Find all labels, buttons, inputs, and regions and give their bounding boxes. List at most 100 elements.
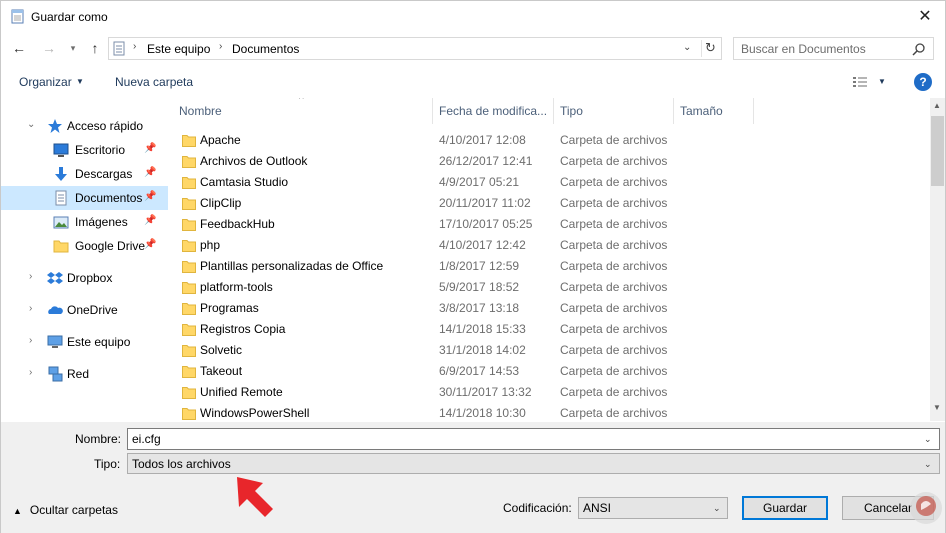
pin-icon[interactable]: 📌 [144,239,156,250]
nav-item-imagenes[interactable]: Imágenes 📌 [1,210,168,234]
nav-item-red[interactable]: › Red [1,362,168,386]
scroll-down-icon[interactable]: ▼ [933,403,941,412]
file-row[interactable]: Programas 3/8/2017 13:18 Carpeta de archiv… [170,298,930,319]
folder-icon [182,177,196,189]
file-row[interactable]: Camtasia Studio 4/9/2017 05:21 Carpeta de … [170,172,930,193]
file-date: 17/10/2017 05:25 [439,217,533,231]
refresh-icon[interactable]: ↻ [705,40,716,56]
column-header-label: Fecha de modifica... [439,104,548,118]
chevron-down-icon[interactable]: ⌄ [713,503,721,514]
column-header-label: Tamaño [680,104,723,118]
chevron-right-icon[interactable]: › [29,303,32,314]
file-name: Registros Copia [200,322,286,336]
file-date: 5/9/2017 18:52 [439,280,520,294]
file-type: Carpeta de archivos [560,196,668,210]
file-name: Programas [200,301,259,315]
chevron-down-icon[interactable]: ⌄ [27,119,35,130]
file-name: ClipClip [200,196,242,210]
chevron-down-icon[interactable]: ▼ [76,77,84,86]
file-row[interactable]: WindowsPowerShell 14/1/2018 10:30 Carpeta … [170,403,930,421]
file-row[interactable]: Takeout 6/9/2017 14:53 Carpeta de archivos [170,361,930,382]
pin-icon[interactable]: 📌 [144,215,156,226]
file-date: 6/9/2017 14:53 [439,364,520,378]
nav-item-onedrive[interactable]: › OneDrive [1,298,168,322]
file-type: Carpeta de archivos [560,343,668,357]
nav-item-dropbox[interactable]: › Dropbox [1,266,168,290]
file-row[interactable]: platform-tools 5/9/2017 18:52 Carpeta de a… [170,277,930,298]
file-type: Carpeta de archivos [560,175,668,189]
back-arrow-icon[interactable]: ← [11,40,27,56]
file-row[interactable]: Plantillas personalizadas de Office 1/8/2… [170,256,930,277]
pictures-icon [53,216,69,229]
file-row[interactable]: Unified Remote 30/11/2017 13:32 Carpeta de… [170,382,930,403]
organize-button[interactable]: Organizar [19,75,72,89]
new-folder-button[interactable]: Nueva carpeta [115,75,193,89]
command-bar: Organizar ▼ Nueva carpeta ▼ ? [1,67,945,97]
hide-folders-button[interactable]: ▲ Ocultar carpetas [13,503,118,517]
up-arrow-icon[interactable]: ↑ [87,40,103,56]
view-options-chevron-icon[interactable]: ▼ [878,77,886,86]
nav-item-acceso-rapido[interactable]: ⌄ Acceso rápido [1,114,168,138]
file-row[interactable]: php 4/10/2017 12:42 Carpeta de archivos [170,235,930,256]
forward-arrow-icon[interactable]: → [41,40,57,56]
title-bar: Guardar como ✕ [1,1,945,32]
column-header-date[interactable]: Fecha de modifica... [433,98,554,124]
pin-icon[interactable]: 📌 [144,191,156,202]
column-header-size[interactable]: Tamaño [674,98,754,124]
notepad-icon [11,9,24,24]
nav-item-google-drive[interactable]: Google Drive 📌 [1,234,168,258]
address-bar[interactable]: › Este equipo › Documentos ⌄ ↻ [108,37,722,60]
breadcrumb-separator-icon[interactable]: › [219,41,222,52]
search-input[interactable]: Buscar en Documentos [733,37,934,60]
file-name: WindowsPowerShell [200,406,310,420]
chevron-right-icon[interactable]: › [29,335,32,346]
chevron-right-icon[interactable]: › [29,367,32,378]
folder-icon [182,345,196,357]
file-row[interactable]: Registros Copia 14/1/2018 15:33 Carpeta de… [170,319,930,340]
folder-icon [182,135,196,147]
nav-item-escritorio[interactable]: Escritorio 📌 [1,138,168,162]
address-divider [701,40,702,57]
view-details-icon[interactable] [852,75,868,89]
pin-icon[interactable]: 📌 [144,143,156,154]
chevron-down-icon[interactable]: ⌄ [924,459,932,470]
encoding-select[interactable]: ANSI ⌄ [578,497,728,519]
save-button[interactable]: Guardar [742,496,828,520]
column-header-name[interactable]: Nombre [170,98,433,124]
breadcrumb-documentos[interactable]: Documentos [232,42,299,56]
nav-item-documentos[interactable]: Documentos 📌 [1,186,168,210]
recent-locations-chevron-icon[interactable]: ▾ [65,40,81,56]
nav-item-label: Documentos [75,191,143,205]
column-divider[interactable] [753,98,754,124]
help-icon[interactable]: ? [914,73,932,91]
file-row[interactable]: Apache 4/10/2017 12:08 Carpeta de archivos [170,130,930,151]
address-dropdown-icon[interactable]: ⌄ [683,42,691,53]
file-row[interactable]: ClipClip 20/11/2017 11:02 Carpeta de archi… [170,193,930,214]
breadcrumb-este-equipo[interactable]: Este equipo [147,42,210,56]
folder-icon [182,324,196,336]
breadcrumb-separator-icon[interactable]: › [133,41,136,52]
file-name: Plantillas personalizadas de Office [200,259,384,273]
file-list: ^ Nombre Fecha de modifica... Tipo Tamañ… [170,98,930,421]
file-name: php [200,238,221,252]
folder-icon [182,219,196,231]
nav-item-este-equipo[interactable]: › Este equipo [1,330,168,354]
file-date: 14/1/2018 15:33 [439,322,526,336]
chevron-down-icon[interactable]: ⌄ [924,434,932,445]
file-row[interactable]: Archivos de Outlook 26/12/2017 12:41 Carpe… [170,151,930,172]
file-row[interactable]: FeedbackHub 17/10/2017 05:25 Carpeta de ar… [170,214,930,235]
scroll-up-icon[interactable]: ▲ [933,101,941,110]
vertical-scrollbar[interactable]: ▲ ▼ [930,98,945,421]
column-header-type[interactable]: Tipo [554,98,674,124]
scrollbar-thumb[interactable] [931,116,944,186]
search-icon[interactable] [912,42,926,56]
chevron-right-icon[interactable]: › [29,271,32,282]
filename-field[interactable]: ei.cfg ⌄ [127,428,940,450]
nav-item-descargas[interactable]: Descargas 📌 [1,162,168,186]
nav-item-label: Dropbox [67,271,113,285]
close-icon[interactable]: ✕ [915,7,935,27]
file-type: Carpeta de archivos [560,217,668,231]
annotation-arrow-icon [237,477,273,517]
pin-icon[interactable]: 📌 [144,167,156,178]
file-row[interactable]: Solvetic 31/1/2018 14:02 Carpeta de archiv… [170,340,930,361]
